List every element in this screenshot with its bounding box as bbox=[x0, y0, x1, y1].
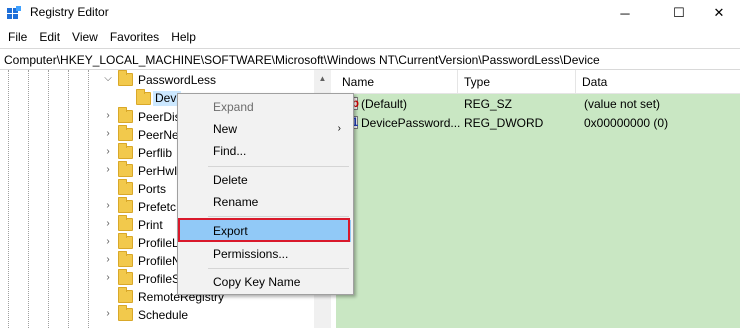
menu-view[interactable]: View bbox=[66, 26, 104, 48]
values-pane: Name Type Data ab (Default) REG_SZ (valu… bbox=[336, 70, 740, 328]
tree-item-label: Perflib bbox=[138, 146, 173, 160]
folder-icon bbox=[118, 107, 133, 123]
chevron-right-icon[interactable]: › bbox=[103, 127, 113, 141]
column-header-row: Name Type Data bbox=[336, 70, 740, 94]
folder-icon bbox=[118, 251, 133, 267]
menu-help[interactable]: Help bbox=[165, 26, 202, 48]
tree-item-label: Print bbox=[138, 218, 163, 232]
folder-icon bbox=[118, 143, 133, 159]
menu-bar: File Edit View Favorites Help bbox=[0, 26, 740, 48]
folder-icon bbox=[136, 89, 151, 105]
menu-edit[interactable]: Edit bbox=[33, 26, 66, 48]
menu-item-copy-key-name[interactable]: Copy Key Name bbox=[180, 271, 351, 293]
folder-icon bbox=[118, 161, 133, 177]
value-row-devicepassword[interactable]: 01 DevicePassword... REG_DWORD 0x0000000… bbox=[336, 114, 740, 133]
folder-icon bbox=[118, 70, 133, 86]
export-highlight-box bbox=[178, 218, 350, 242]
menu-item-rename[interactable]: Rename bbox=[180, 191, 351, 213]
column-data[interactable]: Data bbox=[576, 70, 740, 94]
tree-item-passwordless[interactable]: ⌵ PasswordLess bbox=[0, 70, 314, 89]
tree-item-label: ProfileL bbox=[138, 236, 179, 250]
menu-item-expand[interactable]: Expand bbox=[180, 96, 351, 118]
tree-item-label: Prefetc bbox=[138, 200, 177, 214]
menu-item-new[interactable]: New › bbox=[180, 118, 351, 140]
tree-item-label: ProfileS bbox=[138, 272, 181, 286]
chevron-right-icon[interactable]: › bbox=[103, 253, 113, 267]
menu-item-delete[interactable]: Delete bbox=[180, 169, 351, 191]
scroll-up-icon[interactable]: ▲ bbox=[314, 70, 331, 87]
chevron-right-icon[interactable]: › bbox=[103, 307, 113, 321]
close-button[interactable]: ✕ bbox=[696, 0, 740, 26]
chevron-right-icon[interactable]: › bbox=[103, 235, 113, 249]
address-bar[interactable]: Computer\HKEY_LOCAL_MACHINE\SOFTWARE\Mic… bbox=[0, 48, 740, 70]
tree-item-label: PerHwI bbox=[138, 164, 178, 178]
column-name[interactable]: Name bbox=[336, 70, 458, 94]
value-type: REG_SZ bbox=[464, 97, 513, 111]
registry-editor-icon bbox=[7, 6, 21, 19]
menu-item-new-label: New bbox=[213, 122, 238, 136]
folder-icon bbox=[118, 125, 133, 141]
folder-icon bbox=[118, 287, 133, 303]
window-title: Registry Editor bbox=[30, 5, 109, 19]
chevron-right-icon[interactable]: › bbox=[103, 199, 113, 213]
value-name: DevicePassword... bbox=[361, 116, 461, 130]
chevron-right-icon[interactable]: › bbox=[103, 109, 113, 123]
menu-separator bbox=[208, 166, 349, 167]
folder-icon bbox=[118, 269, 133, 285]
chevron-right-icon[interactable]: › bbox=[103, 271, 113, 285]
tree-item-label: PeerDis bbox=[138, 110, 181, 124]
folder-icon bbox=[118, 197, 133, 213]
chevron-down-icon[interactable]: ⌵ bbox=[103, 72, 113, 86]
folder-icon bbox=[118, 233, 133, 249]
menu-separator bbox=[208, 216, 349, 217]
tree-item-label: PasswordLess bbox=[138, 73, 217, 87]
address-path[interactable]: Computer\HKEY_LOCAL_MACHINE\SOFTWARE\Mic… bbox=[4, 53, 600, 67]
tree-item-label: PeerNe bbox=[138, 128, 179, 142]
folder-icon bbox=[118, 305, 133, 321]
menu-file[interactable]: File bbox=[2, 26, 33, 48]
menu-item-permissions[interactable]: Permissions... bbox=[180, 243, 351, 265]
menu-favorites[interactable]: Favorites bbox=[104, 26, 165, 48]
menu-separator bbox=[208, 268, 349, 269]
menu-item-find[interactable]: Find... bbox=[180, 140, 351, 162]
value-name: (Default) bbox=[361, 97, 408, 111]
context-menu: Expand New › Find... Delete Rename Expor… bbox=[177, 93, 354, 295]
value-data: (value not set) bbox=[584, 97, 661, 111]
tree-item-label: Ports bbox=[138, 182, 167, 196]
chevron-right-icon[interactable]: › bbox=[103, 217, 113, 231]
chevron-right-icon: › bbox=[337, 123, 341, 134]
minimize-button[interactable]: ─ bbox=[602, 0, 648, 26]
folder-icon bbox=[118, 215, 133, 231]
chevron-right-icon[interactable]: › bbox=[103, 163, 113, 177]
tree-item-label: Schedule bbox=[138, 308, 189, 322]
chevron-right-icon[interactable]: › bbox=[103, 145, 113, 159]
folder-icon bbox=[118, 179, 133, 195]
value-data: 0x00000000 (0) bbox=[584, 116, 669, 130]
value-row-default[interactable]: ab (Default) REG_SZ (value not set) bbox=[336, 95, 740, 114]
title-bar: Registry Editor ─ ☐ ✕ bbox=[0, 0, 740, 26]
tree-item-schedule[interactable]: › Schedule bbox=[0, 305, 314, 324]
tree-item-label: ProfileN bbox=[138, 254, 181, 268]
column-type[interactable]: Type bbox=[458, 70, 576, 94]
value-type: REG_DWORD bbox=[464, 116, 544, 130]
